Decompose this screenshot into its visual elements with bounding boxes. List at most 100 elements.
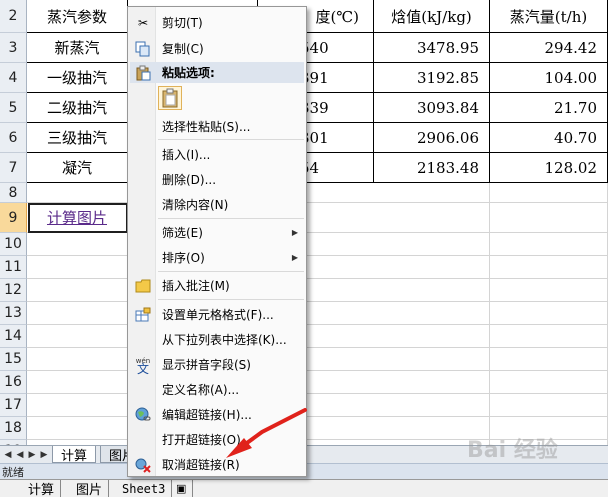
sheet-tab-calc[interactable]: 计算 [52,446,97,464]
empty-row [27,279,608,302]
cell-enthalpy[interactable]: 2183.48 [374,153,490,182]
table-row: 一级抽汽 391 3192.85 104.00 [27,63,608,93]
empty-row [27,302,608,325]
menu-item-define-name[interactable]: 定义名称(A)... [130,379,304,400]
menu-separator [158,218,304,219]
bottom-tab-sheet3[interactable]: Sheet3 [116,480,173,497]
cell[interactable] [490,203,608,232]
cell-enthalpy[interactable]: 2906.06 [374,123,490,152]
empty-row [27,183,608,203]
menu-separator [158,139,304,140]
cell-header-param[interactable]: 蒸汽参数 [27,0,128,32]
row-header-17[interactable]: 17 [0,394,27,417]
first-sheet-button[interactable]: ◀ [2,447,14,462]
empty-row [27,348,608,371]
phonetic-icon: wén 文 [135,356,151,376]
empty-row [27,371,608,394]
cell-name[interactable]: 新蒸汽 [27,33,128,62]
menu-item-cut[interactable]: ✂ 剪切(T) [130,12,304,33]
scissors-icon: ✂ [137,15,149,30]
empty-row [27,233,608,256]
menu-separator [158,299,304,300]
cell-header-flow[interactable]: 蒸汽量(t/h) [490,0,608,32]
clipboard-icon [134,64,152,81]
table-row: 二级抽汽 339 3093.84 21.70 [27,93,608,123]
next-sheet-button[interactable]: ▶ [26,447,38,462]
menu-item-filter[interactable]: 筛选(E) ▶ [130,222,304,243]
cell-name[interactable]: 三级抽汽 [27,123,128,152]
cell-enthalpy[interactable]: 3478.95 [374,33,490,62]
active-cell-outline [28,203,128,233]
cell[interactable] [490,183,608,202]
menu-header-paste-options: 粘贴选项: [130,62,304,83]
table-row: 凝汽 54 2183.48 128.02 [27,153,608,183]
cell-header-enthalpy[interactable]: 焓值(kJ/kg) [374,0,490,32]
submenu-arrow-icon: ▶ [291,228,298,237]
menu-item-clear-contents[interactable]: 清除内容(N) [130,194,304,215]
bottom-tab-image[interactable]: 图片 [70,480,110,497]
row-header-2[interactable]: 2 [0,0,27,33]
menu-item-delete[interactable]: 删除(D)... [130,169,304,190]
row-header-5[interactable]: 5 [0,93,27,123]
empty-row [27,325,608,348]
menu-item-paste-special[interactable]: 选择性粘贴(S)... [130,116,304,137]
menu-item-sort[interactable]: 排序(O) ▶ [130,247,304,268]
menu-item-show-phonetic[interactable]: wén 文 显示拼音字段(S) [130,354,304,375]
status-text: 就绪 [2,466,24,479]
row-header-4[interactable]: 4 [0,63,27,93]
prev-sheet-button[interactable]: ◀ [14,447,26,462]
cell-flow[interactable]: 21.70 [490,93,608,122]
globe-link-icon [134,406,152,423]
table-row: 三级抽汽 301 2906.06 40.70 [27,123,608,153]
menu-item-remove-hyperlink[interactable]: 取消超链接(R) [130,454,304,475]
row-header-18[interactable]: 18 [0,417,27,440]
cell-enthalpy[interactable]: 3192.85 [374,63,490,92]
row-header-6[interactable]: 6 [0,123,27,153]
row-header-7[interactable]: 7 [0,153,27,183]
menu-item-edit-hyperlink[interactable]: 编辑超链接(H)... [130,404,304,425]
cell-flow[interactable]: 40.70 [490,123,608,152]
format-cells-icon [134,306,152,323]
bottom-tab-calc[interactable]: 计算 [22,480,62,497]
submenu-arrow-icon: ▶ [291,253,298,262]
bottom-sheet-strip: 计算 图片 Sheet3 ▣ [0,479,608,497]
remove-link-icon [134,456,152,473]
menu-item-insert[interactable]: 插入(I)... [130,144,304,165]
table-row: 新蒸汽 540 3478.95 294.42 [27,33,608,63]
menu-item-insert-comment[interactable]: 插入批注(M) [130,275,304,296]
cell-flow[interactable]: 104.00 [490,63,608,92]
row-header-12[interactable]: 12 [0,279,27,302]
cell[interactable] [27,183,128,202]
insert-sheet-icon[interactable]: ▣ [170,480,194,497]
cell-name[interactable]: 二级抽汽 [27,93,128,122]
row-header-11[interactable]: 11 [0,256,27,279]
copy-icon [134,40,152,57]
row-header-9[interactable]: 9 [0,203,27,233]
menu-item-pick-from-list[interactable]: 从下拉列表中选择(K)... [130,329,304,350]
paste-icon [162,88,178,108]
menu-item-open-hyperlink[interactable]: 打开超链接(O) [130,429,304,450]
folder-icon [134,277,152,294]
watermark: Bai 经验 [467,438,558,463]
row-header-10[interactable]: 10 [0,233,27,256]
row-header-14[interactable]: 14 [0,325,27,348]
menu-item-copy[interactable]: 复制(C) [130,38,304,59]
paste-option-button[interactable] [158,86,182,110]
menu-item-format-cells[interactable]: 设置单元格格式(F)... [130,304,304,325]
cell[interactable] [374,183,490,202]
cell[interactable] [374,203,490,232]
row-header-15[interactable]: 15 [0,348,27,371]
table-header-row: 蒸汽参数 度(℃) 焓值(kJ/kg) 蒸汽量(t/h) [27,0,608,33]
cell-name[interactable]: 凝汽 [27,153,128,182]
cell-flow[interactable]: 128.02 [490,153,608,182]
last-sheet-button[interactable]: ▶ [38,447,50,462]
row-header-13[interactable]: 13 [0,302,27,325]
cell-name[interactable]: 一级抽汽 [27,63,128,92]
row-header-8[interactable]: 8 [0,183,27,203]
cell-flow[interactable]: 294.42 [490,33,608,62]
row-header-16[interactable]: 16 [0,371,27,394]
empty-row [27,256,608,279]
row-header-3[interactable]: 3 [0,33,27,63]
empty-row [27,394,608,417]
cell-enthalpy[interactable]: 3093.84 [374,93,490,122]
